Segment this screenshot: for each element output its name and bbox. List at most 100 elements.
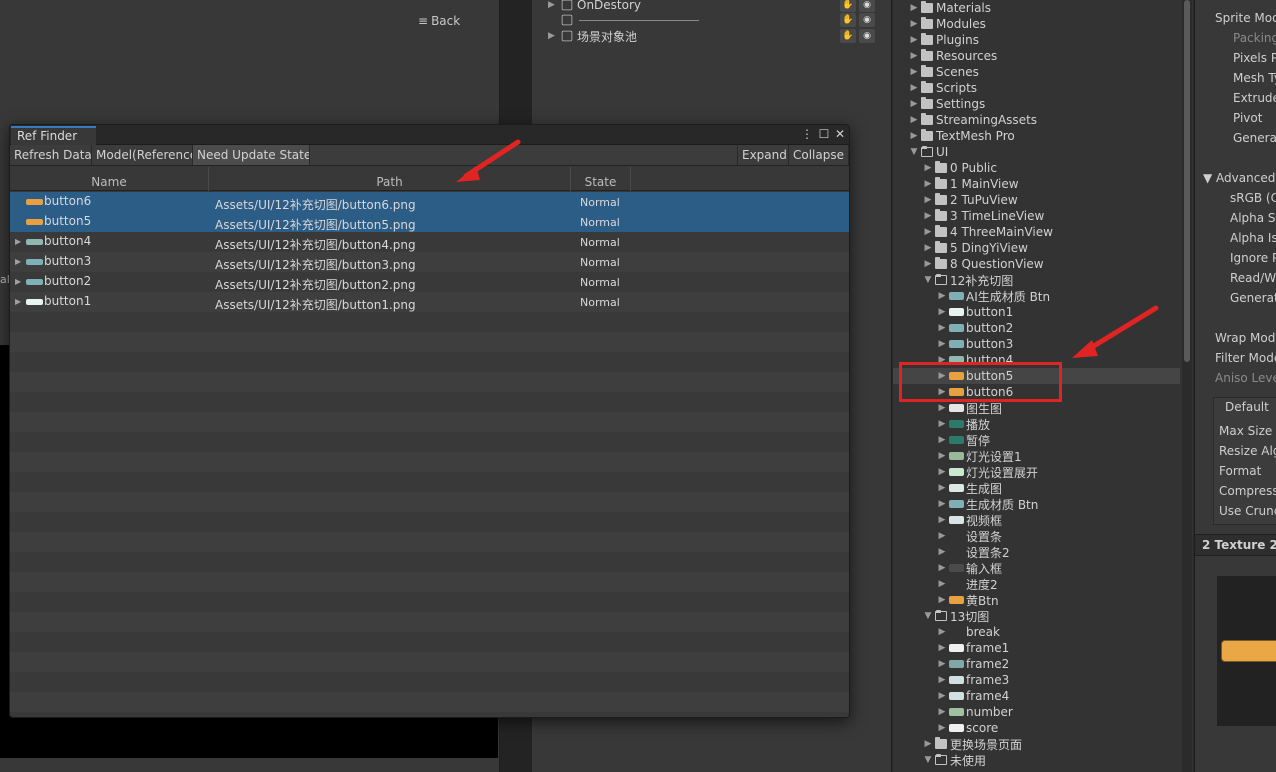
expand-arrow-icon[interactable]: ▶: [907, 67, 921, 77]
model-reference-button[interactable]: Model(Reference: [92, 145, 193, 165]
expand-arrow-icon[interactable]: ▶: [15, 277, 21, 286]
project-item[interactable]: ▶ 灯光设置展开: [935, 464, 1038, 480]
expand-arrow-icon[interactable]: ▶: [921, 195, 935, 205]
expand-arrow-icon[interactable]: ▶: [935, 403, 949, 413]
expand-arrow-icon[interactable]: ▶: [935, 339, 949, 349]
project-item[interactable]: ▶ Plugins: [907, 32, 979, 48]
table-row[interactable]: ▶ button4 Assets/UI/12补充切图/button4.png Norm…: [10, 232, 849, 252]
close-icon[interactable]: ✕: [832, 126, 848, 142]
expand-arrow-icon[interactable]: ▶: [921, 739, 935, 749]
project-item[interactable]: ▶ 输入框: [935, 560, 1002, 576]
project-item[interactable]: ▶ Resources: [907, 48, 997, 64]
hierarchy-row-object-pool[interactable]: ▶ 场景对象池 ✋ ◉: [532, 28, 891, 44]
project-item[interactable]: ▶ Scripts: [907, 80, 977, 96]
expand-arrow-icon[interactable]: ▶: [15, 297, 21, 306]
project-item[interactable]: ▶ frame2: [935, 656, 1010, 672]
project-item[interactable]: ▶ 暂停: [935, 432, 990, 448]
maximize-icon[interactable]: ☐: [816, 126, 832, 142]
project-item[interactable]: ▶ 播放: [935, 416, 990, 432]
tab-ref-finder[interactable]: Ref Finder: [11, 126, 96, 145]
expand-arrow-icon[interactable]: ▶: [935, 579, 949, 589]
project-item[interactable]: ▶ 图生图: [935, 400, 1002, 416]
project-item[interactable]: ▶ Materials: [907, 0, 991, 16]
project-item[interactable]: ▶ button1: [935, 304, 1014, 320]
expand-arrow-icon[interactable]: ▶: [935, 563, 949, 573]
project-item[interactable]: ▶ 生成材质 Btn: [935, 496, 1039, 512]
project-item[interactable]: ▶ frame1: [935, 640, 1010, 656]
expand-arrow-icon[interactable]: ▶: [935, 675, 949, 685]
project-item[interactable]: ▶ 生成图: [935, 480, 1002, 496]
expand-arrow-icon[interactable]: ▶: [935, 595, 949, 605]
expand-arrow-icon[interactable]: ▶: [935, 627, 949, 637]
pick-toggle-icon[interactable]: ✋: [840, 0, 856, 12]
expand-arrow-icon[interactable]: ▶: [15, 257, 21, 266]
expand-arrow-icon[interactable]: ▶: [935, 707, 949, 717]
expand-arrow-icon[interactable]: ▶: [935, 467, 949, 477]
expand-arrow-icon[interactable]: ▶: [935, 483, 949, 493]
project-item[interactable]: ▼ UI: [907, 144, 949, 160]
project-item[interactable]: ▼ 未使用: [921, 752, 986, 768]
expand-arrow-icon[interactable]: ▶: [935, 531, 949, 541]
expand-arrow-icon[interactable]: ▶: [935, 307, 949, 317]
expand-arrow-icon[interactable]: ▶: [907, 19, 921, 29]
project-item[interactable]: ▶ 灯光设置1: [935, 448, 1022, 464]
expand-arrow-icon[interactable]: ▶: [921, 163, 935, 173]
more-options-icon[interactable]: ⋮: [799, 126, 815, 142]
expand-arrow-icon[interactable]: ▶: [935, 451, 949, 461]
project-item[interactable]: ▶ 设置条: [935, 528, 1002, 544]
project-item[interactable]: ▶ 1 MainView: [921, 176, 1019, 192]
project-item[interactable]: ▶ Scenes: [907, 64, 979, 80]
visibility-toggle-icon[interactable]: ◉: [859, 0, 875, 12]
project-scrollbar[interactable]: [1182, 0, 1192, 772]
project-item[interactable]: ▶ AI生成材质 Btn: [935, 288, 1051, 304]
table-row[interactable]: ▶ button1 Assets/UI/12补充切图/button1.png Norm…: [10, 292, 849, 312]
project-item[interactable]: ▶ 0 Public: [921, 160, 997, 176]
column-header-state[interactable]: State: [571, 167, 631, 191]
expand-arrow-icon[interactable]: ▶: [907, 3, 921, 13]
project-item[interactable]: ▶ 更换场景页面: [921, 736, 1022, 752]
project-item[interactable]: ▶ Settings: [907, 96, 985, 112]
project-item[interactable]: ▶ Modules: [907, 16, 986, 32]
project-item[interactable]: ▶ number: [935, 704, 1013, 720]
expand-arrow-icon[interactable]: ▶: [907, 35, 921, 45]
project-item[interactable]: ▶ 5 DingYiView: [921, 240, 1028, 256]
project-item[interactable]: ▶ frame4: [935, 688, 1010, 704]
project-item[interactable]: ▶ StreamingAssets: [907, 112, 1037, 128]
expand-arrow-icon[interactable]: ▶: [921, 227, 935, 237]
refresh-data-button[interactable]: Refresh Data: [10, 145, 92, 165]
hierarchy-row-separator[interactable]: ✋ ◉: [532, 12, 891, 28]
project-item[interactable]: ▶ 3 TimeLineView: [921, 208, 1044, 224]
visibility-toggle-icon[interactable]: ◉: [859, 13, 875, 27]
project-item[interactable]: ▶ break: [935, 624, 1000, 640]
window-titlebar[interactable]: Ref Finder ⋮ ☐ ✕: [10, 125, 849, 145]
expand-arrow-icon[interactable]: ▶: [907, 51, 921, 61]
pick-toggle-icon[interactable]: ✋: [840, 29, 856, 43]
expand-arrow-icon[interactable]: ▶: [935, 659, 949, 669]
expand-arrow-icon[interactable]: ▶: [907, 115, 921, 125]
project-item[interactable]: ▶ 8 QuestionView: [921, 256, 1044, 272]
project-item[interactable]: ▶ 视频框: [935, 512, 1002, 528]
expand-arrow-icon[interactable]: ▼: [921, 611, 935, 621]
project-item[interactable]: ▼ 13切图: [921, 608, 990, 624]
project-item[interactable]: ▶ 黄Btn: [935, 592, 999, 608]
back-button[interactable]: ≡ Back: [418, 14, 460, 28]
expand-arrow-icon[interactable]: ▼: [921, 755, 935, 765]
expand-arrow-icon[interactable]: ▶: [935, 723, 949, 733]
tab-default-platform[interactable]: Default: [1225, 400, 1269, 414]
expand-arrow-icon[interactable]: ▶: [907, 99, 921, 109]
expand-arrow-icon[interactable]: ▼: [907, 147, 921, 157]
project-item[interactable]: ▶ 进度2: [935, 576, 998, 592]
project-item[interactable]: ▶ 2 TuPuView: [921, 192, 1018, 208]
expand-arrow-icon[interactable]: ▶: [935, 691, 949, 701]
expand-arrow-icon[interactable]: ▶: [935, 643, 949, 653]
project-item[interactable]: ▶ 设置条2: [935, 544, 1010, 560]
expand-arrow-icon[interactable]: ▶: [921, 179, 935, 189]
expand-arrow-icon[interactable]: ▶: [935, 515, 949, 525]
project-item[interactable]: ▼ 12补充切图: [921, 272, 1014, 288]
project-item[interactable]: ▶ score: [935, 720, 999, 736]
table-row[interactable]: button6 Assets/UI/12补充切图/button6.png Norma…: [10, 192, 849, 212]
expand-arrow-icon[interactable]: ▶: [548, 31, 558, 41]
expand-arrow-icon[interactable]: ▶: [921, 243, 935, 253]
expand-arrow-icon[interactable]: ▶: [907, 83, 921, 93]
project-item[interactable]: ▶ TextMesh Pro: [907, 128, 1015, 144]
